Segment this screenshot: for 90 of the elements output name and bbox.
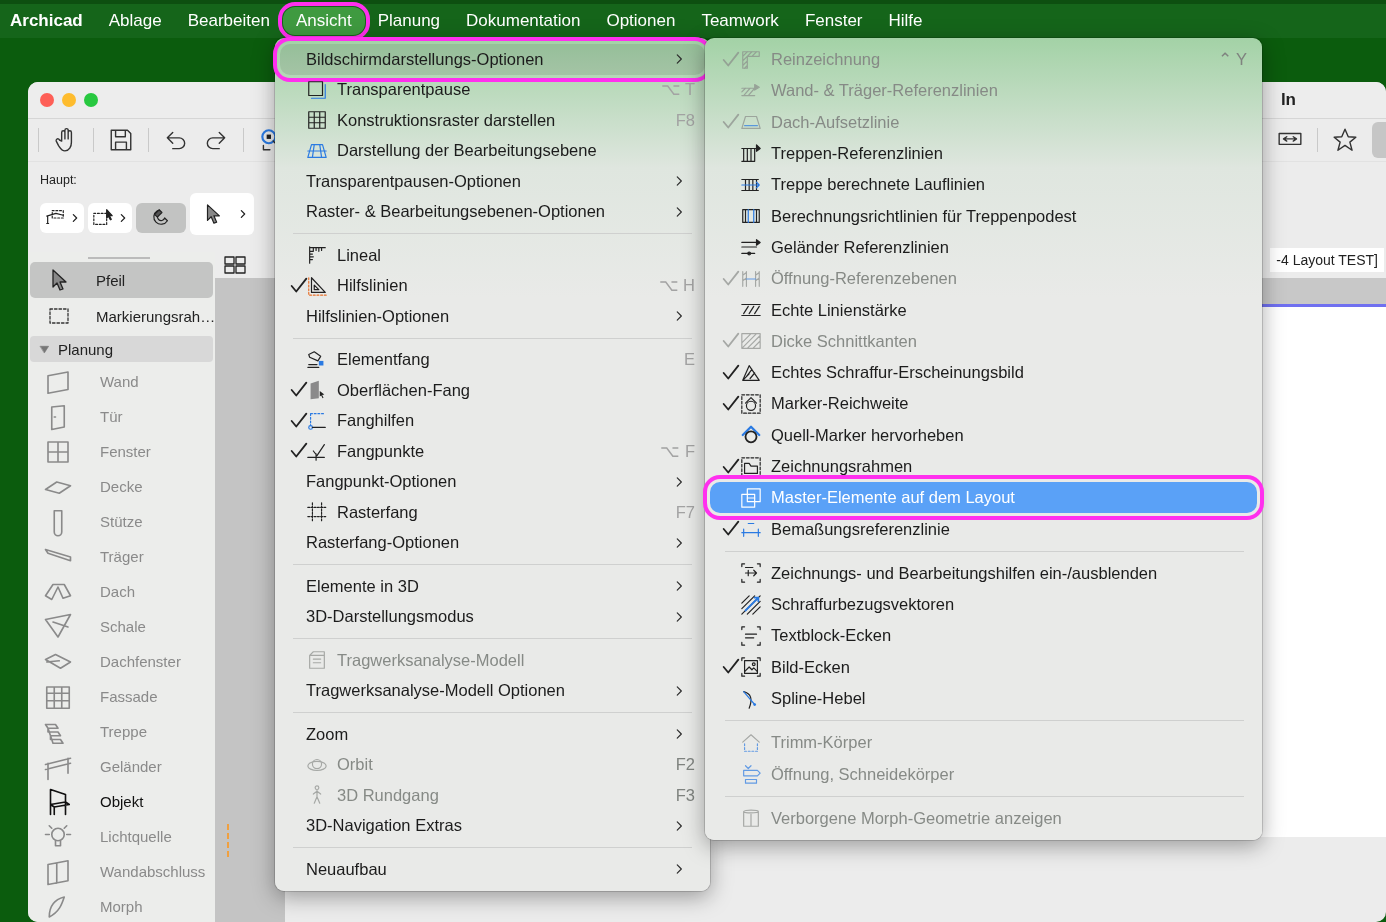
grid-icon xyxy=(306,109,328,132)
menu-item[interactable]: Tragwerksanalyse-Modell Optionen xyxy=(280,675,705,706)
menu-title[interactable]: Bearbeiten xyxy=(174,7,283,35)
toolbar-label: Haupt: xyxy=(40,173,77,187)
menu-title[interactable]: Planung xyxy=(364,7,454,35)
trim-body-icon xyxy=(740,731,762,754)
menu-item[interactable]: 3D-Navigation Extras xyxy=(280,810,705,841)
menu-item[interactable]: Zeichnungs- und Bearbeitungshilfen ein-/ausblenden xyxy=(710,557,1257,590)
chevron-right-icon xyxy=(238,209,248,219)
menu-item[interactable]: Fanghilfen xyxy=(280,405,705,436)
shortcut: F7 xyxy=(675,502,695,522)
window-title: ln xyxy=(1280,90,1296,110)
shortcut: E xyxy=(684,350,695,370)
grid-view-icon xyxy=(223,253,247,277)
group-header[interactable]: Planung xyxy=(30,336,213,362)
menu-title[interactable]: Dokumentation xyxy=(453,7,594,35)
layers-icon xyxy=(306,78,328,101)
menu-item[interactable]: Lineal xyxy=(280,240,705,271)
shortcut: F3 xyxy=(675,785,695,805)
menu-item[interactable]: Oberflächen-Fang xyxy=(280,375,705,406)
grid-snap-icon xyxy=(306,501,328,524)
cutting-body-icon xyxy=(740,763,762,786)
menu-title[interactable]: Archicad xyxy=(1,7,96,35)
menu-item[interactable]: Darstellung der Bearbeitungsebene xyxy=(280,135,705,166)
menu-item[interactable]: Elementfang E xyxy=(280,344,705,375)
menu-item[interactable]: 3D-Darstellungsmodus xyxy=(280,601,705,632)
stair-arrow-icon xyxy=(740,142,762,165)
tool-button[interactable] xyxy=(88,203,132,233)
menu-item[interactable]: Echtes Schraffur-Erscheinungsbild xyxy=(710,356,1257,389)
shortcut: F2 xyxy=(675,755,695,775)
close-button[interactable] xyxy=(40,93,54,107)
menu-item[interactable]: Rasterfang-Optionen xyxy=(280,527,705,558)
menu-title[interactable]: Optionen xyxy=(593,7,689,35)
star-icon xyxy=(1332,127,1358,153)
drawing-frame-icon xyxy=(740,455,762,478)
menu-item[interactable]: Echte Linienstärke xyxy=(710,294,1257,326)
menu-item[interactable]: Berechnungsrichtlinien für Treppenpodest xyxy=(710,200,1257,232)
morph-icon xyxy=(740,807,762,830)
menu-item[interactable]: Hilfslinien ⌥ H xyxy=(280,270,705,301)
menu-title[interactable]: Ablage xyxy=(95,7,175,35)
menu-item[interactable]: Transparentpausen-Optionen xyxy=(280,166,705,197)
tool-button[interactable] xyxy=(190,193,254,235)
menu-item[interactable]: Zeichnungsrahmen xyxy=(710,450,1257,483)
helpers-icon xyxy=(740,562,762,585)
text-block-icon xyxy=(740,625,762,647)
menu-item[interactable]: Zoom xyxy=(280,719,705,750)
tool-item[interactable]: Pfeil xyxy=(30,262,213,298)
tab[interactable]: -4 Layout TEST] xyxy=(1270,248,1384,272)
dashed-line xyxy=(227,824,229,857)
menu-item[interactable]: Konstruktionsraster darstellen F8 xyxy=(280,105,705,136)
ruler-icon xyxy=(306,244,328,267)
menu-item[interactable]: Raster- & Bearbeitungsebenen-Optionen xyxy=(280,196,705,227)
menu-item[interactable]: Fangpunkt-Optionen xyxy=(280,466,705,497)
menu-item[interactable]: Textblock-Ecken xyxy=(710,620,1257,652)
menu-title[interactable]: Hilfe xyxy=(875,7,936,35)
tool-item[interactable]: Markierungsrah… xyxy=(30,298,213,334)
menu-item[interactable]: Hilfslinien-Optionen xyxy=(280,301,705,332)
menu-item[interactable]: Marker-Reichweite xyxy=(710,388,1257,420)
menu-item[interactable]: Bemaßungsreferenzlinie xyxy=(710,513,1257,545)
disclosure-triangle-icon xyxy=(39,343,50,355)
image-corners-icon xyxy=(740,656,762,679)
chevron-right-icon xyxy=(70,213,80,223)
shortcut: ⌥ H xyxy=(658,276,695,296)
tool-button[interactable] xyxy=(40,203,84,233)
menu-item[interactable]: Schraffurbezugsvektoren xyxy=(710,589,1257,621)
structure-icon xyxy=(306,649,328,672)
menu-item[interactable]: Treppen-Referenzlinien xyxy=(710,137,1257,170)
tool-button[interactable] xyxy=(136,203,186,233)
marker-range-icon xyxy=(740,392,762,415)
menu-item[interactable]: Quell-Marker hervorheben xyxy=(710,419,1257,451)
tool-item[interactable]: Objekt xyxy=(30,784,213,819)
menu-item[interactable]: Spline-Hebel xyxy=(710,682,1257,715)
hatch-vector-icon xyxy=(740,593,762,616)
shortcut: ⌃ Y xyxy=(1217,50,1247,70)
menu-item[interactable]: Fangpunkte ⌥ F xyxy=(280,436,705,467)
save-icon xyxy=(108,127,134,153)
hatch-corner-icon xyxy=(740,48,762,71)
menu-title[interactable]: Fenster xyxy=(791,7,876,35)
shortcut: F8 xyxy=(675,110,695,130)
menu-item[interactable]: Geländer Referenzlinien xyxy=(710,231,1257,264)
menu-item[interactable]: Bild-Ecken xyxy=(710,651,1257,683)
menu-item[interactable]: Neuaufbau xyxy=(280,854,705,885)
menu-title[interactable]: Teamwork xyxy=(688,7,792,35)
shortcut: ⌥ F xyxy=(660,441,695,461)
set-square-icon xyxy=(306,274,328,297)
chevron-right-icon xyxy=(118,213,128,223)
menu-item[interactable]: Treppe berechnete Lauflinien xyxy=(710,169,1257,201)
master-layers-icon xyxy=(740,486,762,509)
menu-item[interactable]: Elemente in 3D xyxy=(280,571,705,602)
menu-item[interactable]: Rasterfang F7 xyxy=(280,497,705,528)
